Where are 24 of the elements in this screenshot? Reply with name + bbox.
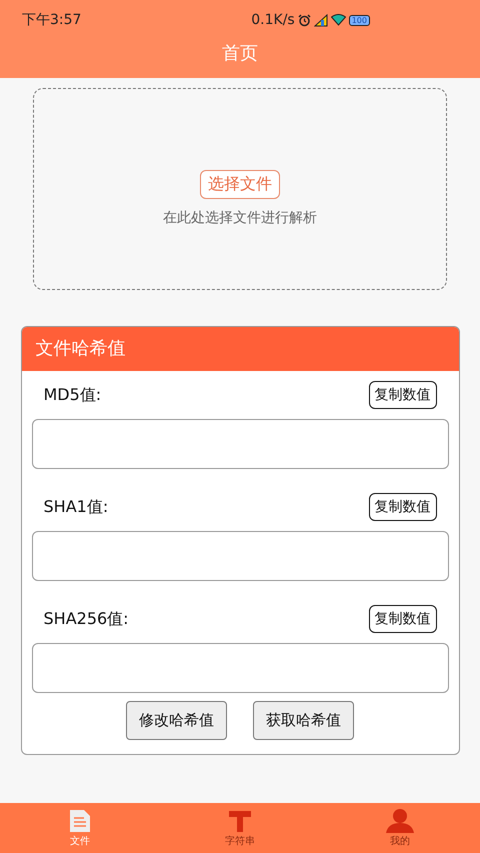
upload-area[interactable]: 选择文件 在此处选择文件进行解析 xyxy=(33,88,447,290)
copy-button[interactable]: 复制数值 xyxy=(368,605,436,633)
hash-label: MD5值: xyxy=(44,384,102,406)
hash-label: SHA1值: xyxy=(44,496,108,518)
upload-hint: 在此处选择文件进行解析 xyxy=(163,208,317,226)
page-title: 首页 xyxy=(221,42,259,66)
action-button[interactable]: 修改哈希值 xyxy=(126,701,227,740)
network-speed: 0.1K/s xyxy=(251,12,295,28)
hash-label: SHA256值: xyxy=(44,608,129,630)
copy-button[interactable]: 复制数值 xyxy=(368,381,436,409)
action-button[interactable]: 获取哈希值 xyxy=(253,701,354,740)
battery-icon: 100 xyxy=(348,14,370,26)
copy-button[interactable]: 复制数值 xyxy=(368,493,436,521)
wifi-icon xyxy=(330,14,346,26)
alarm-icon xyxy=(298,14,311,26)
hash-field[interactable] xyxy=(32,419,448,469)
card-header: 文件哈希值 xyxy=(22,327,458,371)
signal-icon xyxy=(314,14,328,26)
letter-t-icon xyxy=(228,808,252,832)
document-icon xyxy=(68,808,92,832)
hash-field[interactable] xyxy=(32,643,448,693)
status-time: 下午3:57 xyxy=(22,11,82,29)
person-icon xyxy=(385,808,415,832)
hash-field[interactable] xyxy=(32,531,448,581)
